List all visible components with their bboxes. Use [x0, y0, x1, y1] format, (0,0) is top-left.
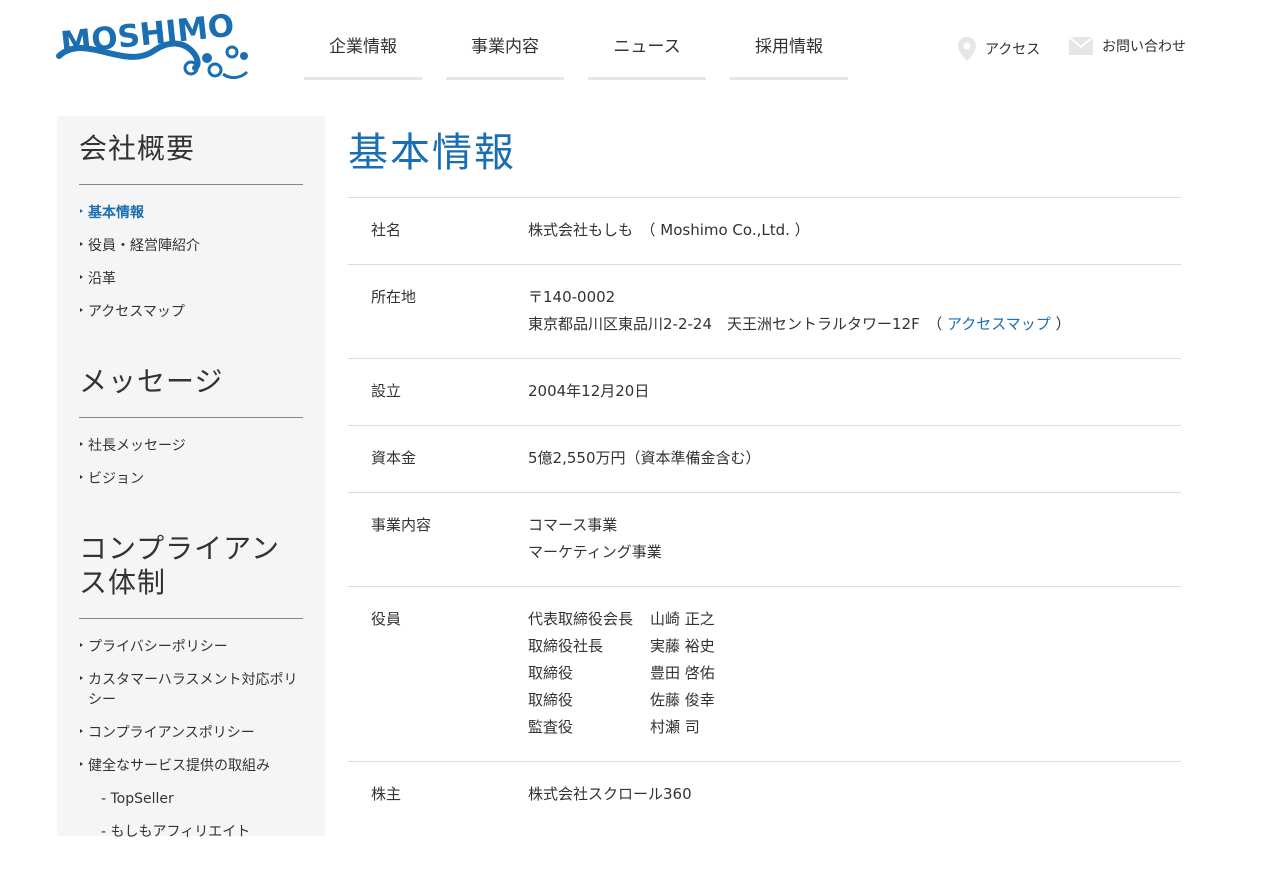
nav-item-news[interactable]: ニュース: [588, 20, 706, 80]
row-value-officers: 代表取締役会長 山崎 正之 取締役社長 実藤 裕史 取締役 豊田 啓佑 取締役 佐藤 俊…: [528, 586, 1181, 762]
logo-graphic: MOSHIMO: [56, 8, 249, 80]
sidebar-item-officers[interactable]: 役員・経営陣紹介: [79, 230, 303, 263]
sidebar-heading-company: 会社概要: [79, 116, 303, 185]
officer-name: 村瀬 司: [650, 718, 700, 736]
sidebar-item-president-message[interactable]: 社長メッセージ: [79, 430, 303, 463]
row-value-shareholder: 株式会社スクロール360: [528, 761, 1181, 828]
sidebar-section-compliance: コンプライアン ス体制 プライバシーポリシー カスタマーハラスメント対応ポリシー …: [57, 516, 325, 869]
company-info-table: 社名 株式会社もしも （ Moshimo Co.,Ltd. ） 所在地 〒140…: [348, 197, 1181, 828]
nav-item-business[interactable]: 事業内容: [446, 20, 564, 80]
table-row: 社名 株式会社もしも （ Moshimo Co.,Ltd. ）: [348, 197, 1181, 265]
sidebar-item-privacy-policy[interactable]: プライバシーポリシー: [79, 631, 303, 664]
row-label-shareholder: 株主: [348, 761, 528, 828]
sidebar-item-vision[interactable]: ビジョン: [79, 463, 303, 496]
business-line-2: マーケティング事業: [528, 543, 662, 561]
sidebar-heading-message: メッセージ: [79, 349, 303, 418]
sidebar-item-basic-info[interactable]: 基本情報: [79, 197, 303, 230]
map-pin-icon: [958, 37, 976, 61]
row-label-business: 事業内容: [348, 492, 528, 587]
table-row: 所在地 〒140-0002 東京都品川区東品川2-2-24 天王洲セントラルタワ…: [348, 264, 1181, 359]
officer-title: 取締役: [528, 664, 574, 682]
row-label-capital: 資本金: [348, 425, 528, 493]
officer-name: 実藤 裕史: [650, 637, 715, 655]
heading-line-1: コンプライアン: [79, 532, 281, 565]
officer-entry: 監査役 村瀬 司: [528, 714, 1181, 741]
postal-code: 〒140-0002: [528, 288, 616, 306]
officer-name: 豊田 啓佑: [650, 664, 715, 682]
page-title: 基本情報: [348, 130, 516, 176]
row-value-capital: 5億2,550万円（資本準備金含む）: [528, 425, 1181, 493]
address-line: 東京都品川区東品川2-2-24 天王洲セントラルタワー12F （ アクセスマップ…: [528, 311, 1181, 338]
sidebar-heading-compliance: コンプライアン ス体制: [79, 516, 303, 619]
table-row: 事業内容 コマース事業 マーケティング事業: [348, 492, 1181, 587]
officer-title: 代表取締役会長: [528, 610, 634, 628]
global-nav: 企業情報 事業内容 ニュース 採用情報: [304, 20, 848, 80]
nav-item-recruit[interactable]: 採用情報: [730, 20, 848, 80]
row-value-founded: 2004年12月20日: [528, 358, 1181, 426]
access-map-link[interactable]: アクセスマップ: [947, 315, 1051, 333]
sidebar-item-history[interactable]: 沿革: [79, 263, 303, 296]
row-label-company: 社名: [348, 197, 528, 265]
officer-entry: 取締役 豊田 啓佑: [528, 660, 1181, 687]
table-row: 株主 株式会社スクロール360: [348, 761, 1181, 828]
table-row: 設立 2004年12月20日: [348, 358, 1181, 426]
contact-label: お問い合わせ: [1102, 39, 1186, 55]
business-line-1: コマース事業: [528, 516, 618, 534]
row-label-founded: 設立: [348, 358, 528, 426]
sidebar-item-healthy-service[interactable]: 健全なサービス提供の取組み: [79, 750, 303, 783]
row-value-business: コマース事業 マーケティング事業: [528, 492, 1181, 587]
officer-entry: 取締役 佐藤 俊幸: [528, 687, 1181, 714]
officer-name: 山崎 正之: [650, 610, 715, 628]
sidebar-subitem-topseller[interactable]: - TopSeller: [79, 783, 303, 816]
nav-item-company-info[interactable]: 企業情報: [304, 20, 422, 80]
officer-name: 佐藤 俊幸: [650, 691, 715, 709]
mail-icon: [1068, 36, 1094, 55]
sidebar-item-harassment-policy[interactable]: カスタマーハラスメント対応ポリシー: [79, 664, 303, 717]
row-label-address: 所在地: [348, 264, 528, 359]
row-value-company: 株式会社もしも （ Moshimo Co.,Ltd. ）: [528, 197, 1181, 265]
officer-title: 取締役社長: [528, 637, 604, 655]
sidebar-section-message: メッセージ 社長メッセージ ビジョン: [57, 349, 325, 516]
row-label-officers: 役員: [348, 586, 528, 762]
officer-entry: 代表取締役会長 山崎 正之: [528, 606, 1181, 633]
sidebar-subitem-moshimo-affiliate[interactable]: - もしもアフィリエイト: [79, 816, 303, 849]
moshimo-logo[interactable]: MOSHIMO: [55, 8, 255, 84]
address-text: 東京都品川区東品川2-2-24 天王洲セントラルタワー12F （: [528, 315, 943, 333]
access-link[interactable]: アクセス: [957, 36, 1040, 62]
table-row: 役員 代表取締役会長 山崎 正之 取締役社長 実藤 裕史 取締役 豊田 啓佑 取締役佐…: [348, 586, 1181, 762]
access-label: アクセス: [985, 42, 1041, 58]
contact-link[interactable]: お問い合わせ: [1068, 36, 1186, 56]
sidebar-item-access-map[interactable]: アクセスマップ: [79, 296, 303, 329]
officer-title: 取締役: [528, 691, 574, 709]
row-value-address: 〒140-0002 東京都品川区東品川2-2-24 天王洲セントラルタワー12F…: [528, 264, 1181, 359]
sidebar-section-company: 会社概要 基本情報 役員・経営陣紹介 沿革 アクセスマップ: [57, 116, 325, 349]
sidebar: 会社概要 基本情報 役員・経営陣紹介 沿革 アクセスマップ メッセージ 社長メッ…: [57, 116, 325, 840]
sidebar-item-compliance-policy[interactable]: コンプライアンスポリシー: [79, 717, 303, 750]
heading-line-2: ス体制: [79, 566, 167, 599]
officer-title: 監査役: [528, 718, 574, 736]
address-close: ）: [1055, 315, 1071, 333]
officer-entry: 取締役社長 実藤 裕史: [528, 633, 1181, 660]
table-row: 資本金 5億2,550万円（資本準備金含む）: [348, 425, 1181, 493]
